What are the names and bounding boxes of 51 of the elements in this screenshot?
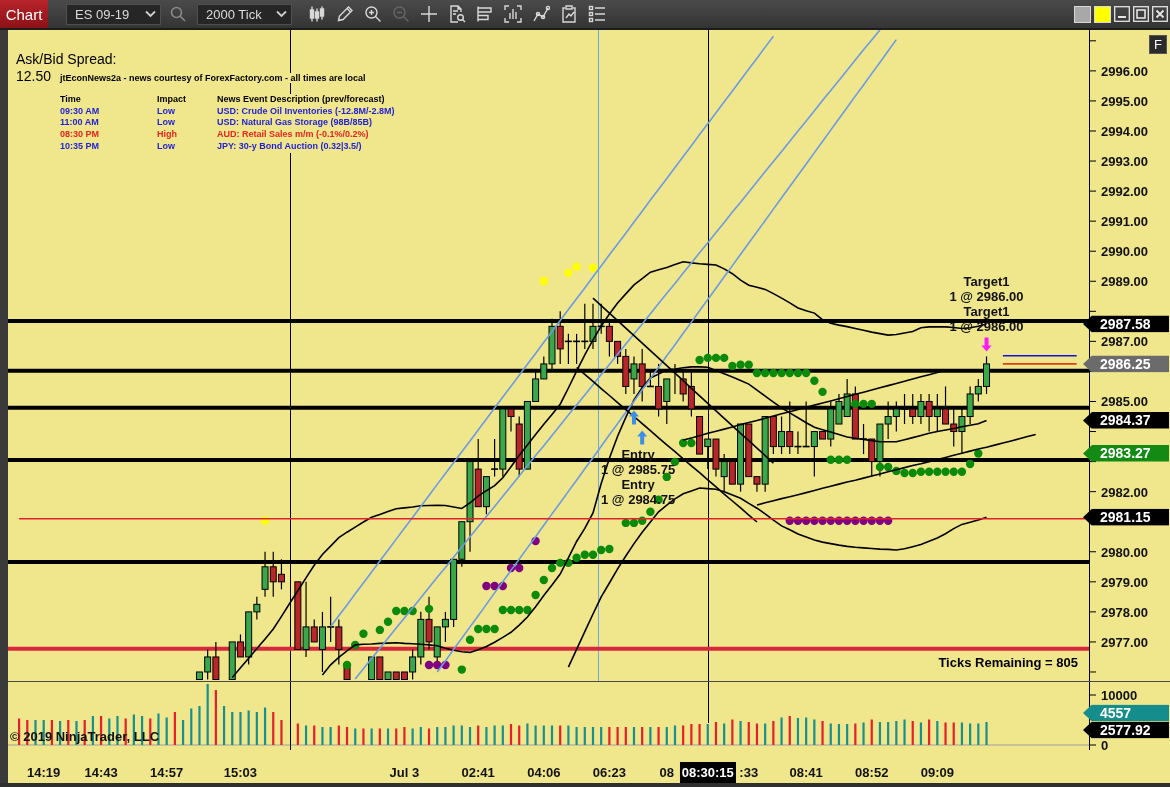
column-header: Impact (157, 94, 186, 106)
spread-label: Ask/Bid Spread: (16, 51, 117, 68)
ticks-remaining-label: Ticks Remaining = 805 (938, 655, 1078, 670)
spread-value: 12.50 (16, 68, 52, 85)
axis-label: 2977.00 (1101, 635, 1148, 649)
volume-tag: 4557 (1083, 704, 1169, 722)
axis-label: 2994.00 (1101, 124, 1148, 138)
time-label: 08 (659, 765, 674, 780)
time-label: 14:43 (84, 765, 118, 780)
order-label: Entry (621, 476, 655, 492)
time-label: 14:57 (150, 765, 184, 780)
time-label: 14:19 (27, 765, 61, 780)
time-label: 15:03 (223, 765, 258, 780)
axis-label: 2982.00 (1101, 485, 1148, 499)
time-label: :33 (739, 765, 759, 780)
price-tag: 2981.15 (1083, 508, 1169, 526)
time-label: 04:06 (527, 765, 561, 780)
time-label: 08:41 (789, 765, 823, 780)
volume-tag: 2577.92 (1083, 721, 1169, 739)
column-header: News Event Description (prev/forecast) (217, 94, 385, 106)
price-tag: 2986.25 (1083, 355, 1169, 373)
axis-label: 2985.00 (1101, 395, 1148, 408)
axis-label: 2980.00 (1101, 545, 1148, 559)
news-source-note: jtEconNews2a - news courtesy of ForexFactory.com - all times are local (60, 73, 366, 83)
axis-label: 2990.00 (1101, 244, 1148, 258)
order-label: Target1 (963, 274, 1010, 290)
axis-label: 2978.00 (1101, 605, 1148, 619)
time-label: 09:09 (920, 765, 954, 780)
order-label: Target1 (963, 304, 1010, 320)
order-label: 1 @ 2986.00 (949, 289, 1024, 305)
news-impact: High (157, 129, 177, 141)
axis-label: 2987.00 (1101, 334, 1148, 348)
axis-label: 2979.00 (1101, 575, 1148, 589)
axis-label: 2991.00 (1101, 214, 1148, 228)
axis-label: 2993.00 (1101, 154, 1148, 168)
axis-label: 2992.00 (1101, 184, 1148, 198)
time-label: 08:52 (855, 765, 889, 780)
time-label: 06:23 (592, 765, 626, 780)
crosshair-time-label: 08:30:15 (679, 762, 736, 783)
news-event: AUD: Retail Sales m/m (-0.1%/0.2%) (217, 129, 369, 141)
price-tag: 2987.58 (1083, 315, 1169, 333)
time-label: Jul 3 (389, 765, 420, 780)
axis-label: 10000 (1101, 688, 1138, 702)
price-tag: 2984.37 (1083, 411, 1169, 429)
time-label: 02:41 (461, 765, 495, 780)
news-event: USD: Natural Gas Storage (98B/85B) (217, 117, 373, 130)
axis-label: 0 (1101, 738, 1109, 752)
axis-label: 2996.00 (1101, 64, 1148, 78)
price-tag: 2983.27 (1083, 444, 1169, 462)
axis-label: 2995.00 (1101, 94, 1148, 108)
axis-label: 2989.00 (1101, 274, 1148, 288)
